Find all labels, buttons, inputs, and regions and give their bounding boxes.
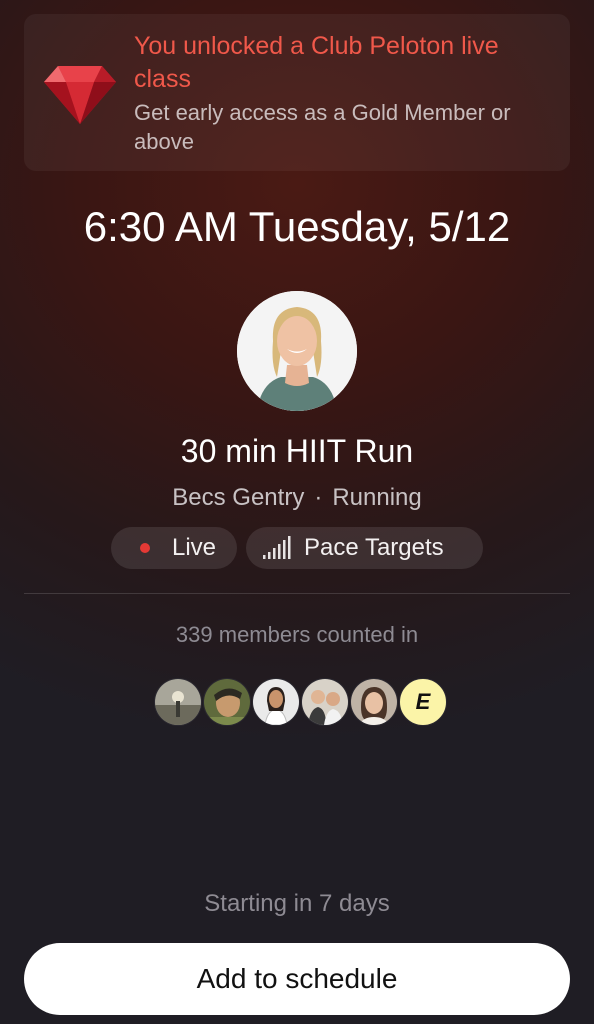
live-dot-icon bbox=[140, 543, 150, 553]
member-avatars[interactable]: E bbox=[154, 678, 454, 726]
live-badge-label: Live bbox=[172, 534, 217, 561]
member-avatar[interactable] bbox=[154, 678, 202, 726]
class-discipline: Running bbox=[332, 484, 422, 511]
member-initial-avatar[interactable]: E bbox=[399, 678, 447, 726]
banner-title: You unlocked a Club Peloton live class bbox=[134, 32, 499, 93]
starting-in-text: Starting in 7 days bbox=[204, 890, 390, 917]
class-title: 30 min HIIT Run bbox=[180, 433, 414, 469]
add-to-schedule-button[interactable]: Add to schedule bbox=[24, 943, 570, 1015]
member-avatar[interactable] bbox=[350, 678, 398, 726]
instructor-name[interactable]: Becs Gentry bbox=[172, 484, 304, 511]
members-count: 339 members counted in bbox=[175, 622, 419, 647]
instructor-photo bbox=[237, 291, 357, 411]
live-badge: Live bbox=[111, 527, 237, 569]
meta-separator: · bbox=[314, 484, 323, 511]
signal-bars-icon bbox=[263, 536, 291, 559]
divider bbox=[24, 593, 570, 594]
pace-targets-label: Pace Targets bbox=[304, 534, 444, 561]
class-meta: Becs Gentry · Running bbox=[0, 482, 594, 514]
ruby-gem-icon bbox=[44, 66, 116, 124]
pace-targets-badge: Pace Targets bbox=[246, 527, 483, 569]
member-avatar[interactable] bbox=[252, 678, 300, 726]
banner-subtitle: Get early access as a Gold Member or abo… bbox=[134, 100, 511, 154]
member-avatar[interactable] bbox=[301, 678, 349, 726]
class-datetime: 6:30 AM Tuesday, 5/12 bbox=[83, 203, 511, 250]
member-avatar[interactable] bbox=[203, 678, 251, 726]
instructor-avatar[interactable] bbox=[237, 291, 357, 411]
